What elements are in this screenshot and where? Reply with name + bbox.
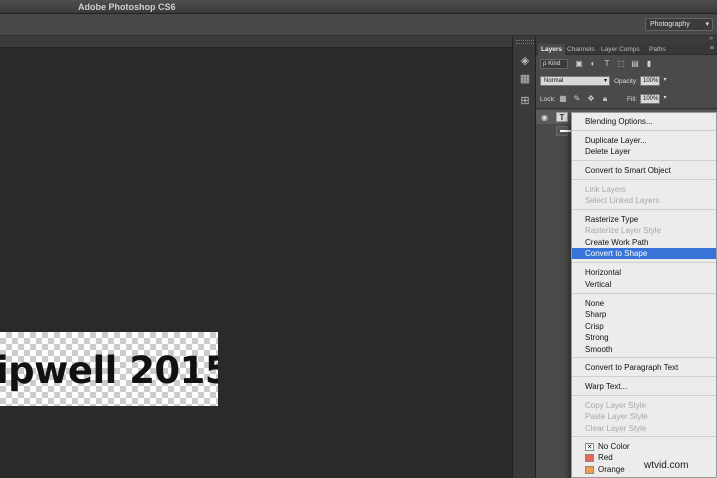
- menu-item-delete-layer[interactable]: Delete Layer: [572, 146, 716, 157]
- tab-layer-comps[interactable]: Layer Comps: [598, 44, 643, 55]
- lock-move-icon[interactable]: ✥: [586, 94, 596, 104]
- menu-item-select-linked-layers: Select Linked Layers: [585, 196, 660, 205]
- shape-filter-icon[interactable]: ⬚: [616, 59, 626, 69]
- histogram-icon[interactable]: ◈: [518, 54, 532, 68]
- menu-item-antialias-crisp[interactable]: Crisp: [572, 321, 716, 332]
- type-filter-icon[interactable]: T: [602, 59, 612, 69]
- tab-paths[interactable]: Paths: [646, 44, 669, 55]
- menu-item-horizontal[interactable]: Horizontal: [572, 267, 716, 278]
- menu-separator: [572, 130, 716, 131]
- fill-field[interactable]: 100%: [640, 94, 660, 104]
- menu-separator: [572, 293, 716, 294]
- menu-separator: [572, 436, 716, 437]
- lock-transparent-icon[interactable]: ▦: [558, 94, 568, 104]
- document-canvas[interactable]: ipwell 2015: [0, 332, 218, 406]
- lock-row: Lock: ▦ ✎ ✥ 🔒︎ Fill: 100% ▾: [536, 94, 717, 106]
- options-bar: Photography ▾: [0, 14, 717, 36]
- fill-stepper-icon[interactable]: ▾: [661, 94, 669, 104]
- canvas-area[interactable]: ipwell 2015: [0, 48, 512, 478]
- menu-item-convert-to-shape[interactable]: Convert to Shape: [572, 248, 716, 259]
- menu-item-convert-to-paragraph-text[interactable]: Convert to Paragraph Text: [572, 362, 716, 373]
- panel-header: »: [536, 35, 717, 44]
- menu-item-warp-text[interactable]: Warp Text...: [572, 381, 716, 392]
- layer-context-menu: Blending Options... Duplicate Layer... D…: [571, 112, 717, 478]
- filter-toggle-icon[interactable]: ▮: [644, 59, 654, 69]
- menu-item-antialias-smooth[interactable]: Smooth: [572, 344, 716, 355]
- menu-item-paste-layer-style: Paste Layer Style: [585, 412, 648, 421]
- filter-row: ρ Kind ▣ ◐ T ⬚ ▤ ▮: [536, 59, 717, 71]
- menu-separator: [572, 160, 716, 161]
- menu-item-rasterize-type[interactable]: Rasterize Type: [572, 214, 716, 225]
- lock-all-icon[interactable]: 🔒︎: [600, 94, 610, 104]
- menu-item-link-layers: Link Layers: [585, 185, 626, 194]
- menu-item-antialias-strong[interactable]: Strong: [572, 332, 716, 343]
- menu-item-clear-layer-style: Clear Layer Style: [585, 424, 647, 433]
- app-title: Adobe Photoshop CS6: [78, 2, 176, 12]
- menu-separator: [572, 209, 716, 210]
- type-layer-thumbnail: T: [556, 112, 568, 122]
- divider: [536, 108, 717, 109]
- menu-item-convert-to-smart-object[interactable]: Convert to Smart Object: [572, 165, 716, 176]
- menu-item-antialias-sharp[interactable]: Sharp: [572, 309, 716, 320]
- blend-row: Normal ▾ Opacity: 100% ▾: [536, 76, 717, 88]
- menu-separator: [572, 357, 716, 358]
- swatches-grid-icon[interactable]: ▦: [518, 72, 532, 86]
- workspace-label: Photography: [650, 21, 690, 28]
- dock-grip[interactable]: [516, 40, 534, 44]
- menu-item-rasterize-layer-style: Rasterize Layer Style: [585, 226, 662, 235]
- menu-separator: [572, 262, 716, 263]
- title-bar: Adobe Photoshop CS6: [0, 0, 717, 14]
- pixel-filter-icon[interactable]: ▣: [574, 59, 584, 69]
- fill-label: Fill:: [627, 96, 638, 103]
- document-tab-strip: [0, 36, 512, 48]
- lock-brush-icon[interactable]: ✎: [572, 94, 582, 104]
- chevron-down-icon: ▾: [705, 21, 709, 28]
- collapse-icon[interactable]: »: [709, 35, 713, 42]
- watermark: wtvid.com: [644, 460, 689, 471]
- opacity-label: Opacity:: [614, 78, 638, 85]
- menu-separator: [572, 376, 716, 377]
- fill-value: 100%: [643, 96, 659, 102]
- adjustments-icon[interactable]: ⊞: [518, 94, 532, 108]
- filter-kind-select[interactable]: ρ Kind: [540, 59, 568, 69]
- adjustment-filter-icon[interactable]: ◐: [588, 59, 598, 69]
- blend-mode-select[interactable]: Normal ▾: [540, 76, 610, 86]
- menu-separator: [572, 179, 716, 180]
- blend-mode-value: Normal: [544, 78, 564, 84]
- menu-item-blending-options[interactable]: Blending Options...: [572, 116, 716, 127]
- panel-menu-icon[interactable]: ≡: [710, 45, 714, 52]
- menu-item-create-work-path[interactable]: Create Work Path: [572, 237, 716, 248]
- opacity-field[interactable]: 100%: [640, 76, 660, 86]
- opacity-value: 100%: [643, 78, 659, 84]
- workspace-switcher[interactable]: Photography ▾: [645, 18, 713, 31]
- menu-item-antialias-none[interactable]: None: [572, 298, 716, 309]
- lock-label: Lock:: [540, 96, 556, 103]
- opacity-stepper-icon[interactable]: ▾: [661, 76, 669, 86]
- chevron-down-icon: ▾: [603, 78, 607, 84]
- menu-item-no-color[interactable]: No Color: [572, 441, 716, 452]
- smart-object-filter-icon[interactable]: ▤: [630, 59, 640, 69]
- canvas-text: ipwell 2015: [0, 349, 218, 392]
- menu-item-copy-layer-style: Copy Layer Style: [585, 401, 646, 410]
- panel-dock: ◈ ▦ ⊞: [512, 36, 536, 478]
- panel-tabs: Layers Channels Layer Comps Paths ≡: [536, 44, 717, 55]
- menu-item-duplicate-layer[interactable]: Duplicate Layer...: [572, 135, 716, 146]
- menu-separator: [572, 395, 716, 396]
- filter-kind-label: ρ Kind: [543, 61, 561, 67]
- menu-item-vertical[interactable]: Vertical: [572, 279, 716, 290]
- eye-icon[interactable]: ◉: [541, 113, 548, 122]
- tab-layers[interactable]: Layers: [538, 44, 565, 55]
- tab-channels[interactable]: Channels: [564, 44, 597, 55]
